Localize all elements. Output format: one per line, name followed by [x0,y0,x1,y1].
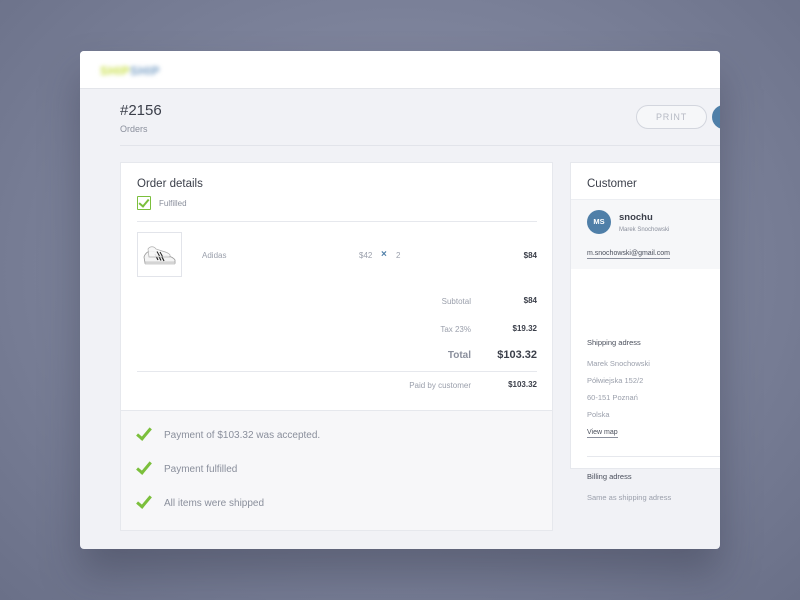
app-logo[interactable]: SHIPSHIP [100,64,160,78]
print-button[interactable]: PRINT [636,105,707,129]
logo-part-2: SHIP [130,64,161,78]
shipping-line: Marek Snochowski [587,359,650,368]
customer-title: Customer [587,178,637,190]
billing-text: Same as shipping adress [587,493,672,502]
tax-label: Tax 23% [440,325,471,334]
customer-divider [587,456,720,457]
header-divider [120,145,720,146]
shipping-line: 60-151 Poznań [587,393,638,402]
customer-summary: MS snochu Marek Snochowski m.snochowski@… [571,199,720,269]
check-icon [136,492,152,509]
customer-card: Customer MS snochu Marek Snochowski m.sn… [570,162,720,502]
avatar[interactable]: MS [587,210,611,234]
shipping-line: Polska [587,410,610,419]
top-bar: SHIPSHIP [80,51,720,89]
sneaker-icon [143,246,176,265]
page-title: #2156 [120,102,162,119]
fulfilled-status-label: Fulfilled [159,199,187,208]
customer-username[interactable]: snochu [619,212,653,223]
quantity: 2 [396,251,401,260]
order-details-card: Order details Fulfilled Adidas $42 × 2 $… [120,162,553,531]
breadcrumb[interactable]: Orders [120,124,148,134]
timeline-text: Payment of $103.32 was accepted. [164,430,321,441]
total-value: $103.32 [497,349,537,361]
timeline-text: All items were shipped [164,498,265,509]
check-icon [136,458,152,475]
paid-label: Paid by customer [409,381,471,390]
order-details-title: Order details [137,178,203,190]
billing-heading: Billing adress [587,472,632,481]
details-divider [137,221,537,222]
shipping-line: Półwiejska 152/2 [587,376,644,385]
line-total: $84 [523,251,537,260]
unit-price: $42 [359,251,373,260]
subtotal-label: Subtotal [441,297,471,306]
tax-value: $19.32 [512,324,537,333]
product-name[interactable]: Adidas [202,251,226,260]
logo-part-1: SHIP [100,64,131,78]
check-icon [136,424,152,441]
view-map-link[interactable]: View map [587,428,618,438]
summary-divider [137,371,537,372]
total-label: Total [447,350,471,361]
shipping-heading: Shipping adress [587,338,641,347]
app-window: SHIPSHIP #2156 Orders PRINT Order detail… [80,51,720,549]
subtotal-value: $84 [523,296,537,305]
customer-full-name: Marek Snochowski [619,227,670,233]
paid-value: $103.32 [508,380,537,389]
product-thumbnail[interactable] [137,232,182,277]
primary-action-button[interactable] [712,105,720,129]
multiply-icon: × [381,249,387,260]
fulfilled-check-icon [137,196,151,210]
customer-email-link[interactable]: m.snochowski@gmail.com [587,249,670,259]
order-timeline: Payment of $103.32 was accepted. Payment… [121,410,552,530]
timeline-text: Payment fulfilled [164,464,238,475]
